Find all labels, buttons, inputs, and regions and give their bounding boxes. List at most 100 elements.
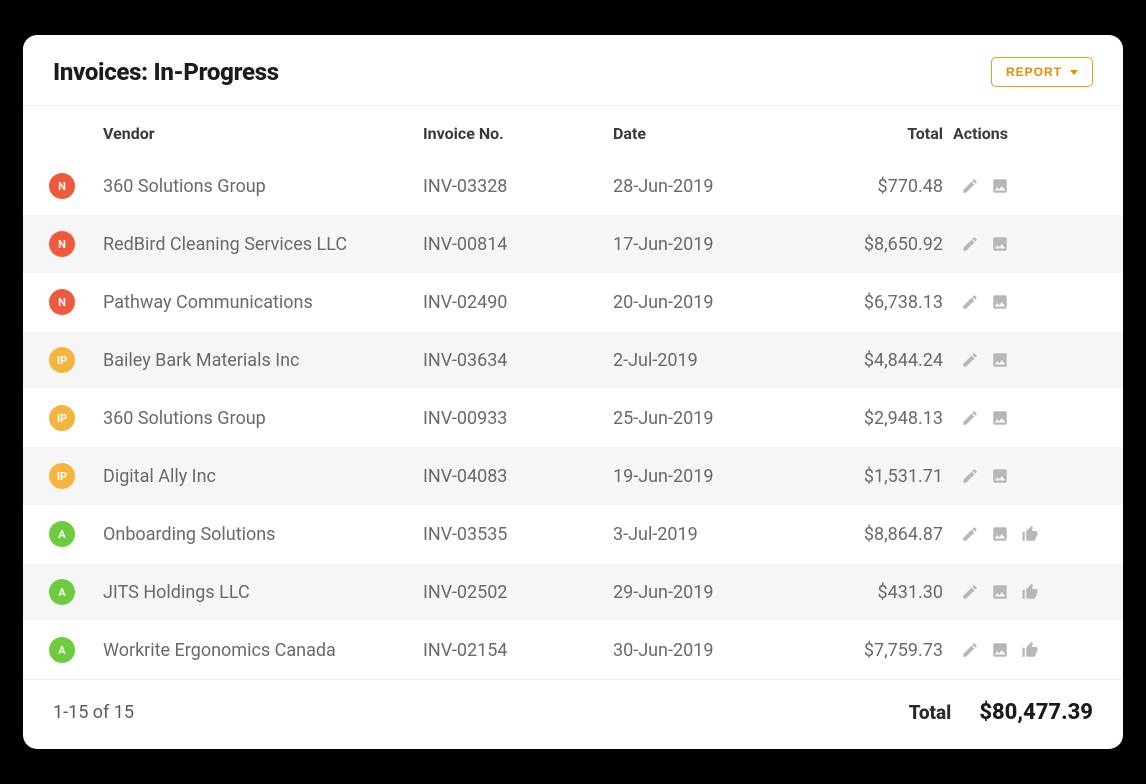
table-row[interactable]: IPDigital Ally IncINV-0408319-Jun-2019$1… (23, 447, 1123, 505)
status-badge: IP (49, 463, 75, 489)
invoice-total: $8,650.92 (793, 234, 953, 255)
table-row[interactable]: A JITS Holdings LLCINV-0250229-Jun-2019$4… (23, 563, 1123, 621)
row-actions (953, 583, 1103, 601)
vendor-name: RedBird Cleaning Services LLC (103, 234, 423, 255)
invoice-date: 2-Jul-2019 (613, 350, 793, 371)
invoice-date: 19-Jun-2019 (613, 466, 793, 487)
status-badge: N (49, 173, 75, 199)
invoices-card: Invoices: In-Progress REPORT Vendor Invo… (23, 35, 1123, 749)
invoice-number: INV-00814 (423, 234, 613, 255)
invoice-total: $1,531.71 (793, 466, 953, 487)
thumbs-up-icon[interactable] (1021, 641, 1039, 659)
row-actions (953, 409, 1103, 427)
row-actions (953, 177, 1103, 195)
edit-icon[interactable] (961, 467, 979, 485)
footer-total-value: $80,477.39 (979, 700, 1093, 725)
row-actions (953, 525, 1103, 543)
vendor-name: Onboarding Solutions (103, 524, 423, 545)
status-badge: IP (49, 405, 75, 431)
vendor-name: 360 Solutions Group (103, 408, 423, 429)
invoice-date: 30-Jun-2019 (613, 640, 793, 661)
invoice-number: INV-02154 (423, 640, 613, 661)
status-badge: A (49, 637, 75, 663)
edit-icon[interactable] (961, 409, 979, 427)
table-row[interactable]: N Pathway CommunicationsINV-0249020-Jun-2… (23, 273, 1123, 331)
col-invoice-no: Invoice No. (423, 124, 613, 143)
row-actions (953, 467, 1103, 485)
vendor-name: Pathway Communications (103, 292, 423, 313)
status-badge: N (49, 289, 75, 315)
col-vendor: Vendor (103, 124, 423, 143)
vendor-name: 360 Solutions Group (103, 176, 423, 197)
table-header: Vendor Invoice No. Date Total Actions (23, 106, 1123, 157)
status-badge: IP (49, 347, 75, 373)
invoice-number: INV-04083 (423, 466, 613, 487)
image-icon[interactable] (991, 409, 1009, 427)
edit-icon[interactable] (961, 525, 979, 543)
invoice-total: $2,948.13 (793, 408, 953, 429)
invoice-total: $4,844.24 (793, 350, 953, 371)
image-icon[interactable] (991, 235, 1009, 253)
report-button-label: REPORT (1006, 65, 1062, 79)
invoice-number: INV-02502 (423, 582, 613, 603)
invoice-total: $8,864.87 (793, 524, 953, 545)
invoice-number: INV-02490 (423, 292, 613, 313)
invoice-number: INV-03328 (423, 176, 613, 197)
edit-icon[interactable] (961, 351, 979, 369)
col-date: Date (613, 124, 793, 143)
pagination-range: 1-15 of 15 (53, 702, 134, 723)
edit-icon[interactable] (961, 293, 979, 311)
row-actions (953, 293, 1103, 311)
invoice-number: INV-03535 (423, 524, 613, 545)
status-badge: A (49, 521, 75, 547)
edit-icon[interactable] (961, 583, 979, 601)
image-icon[interactable] (991, 177, 1009, 195)
invoice-date: 28-Jun-2019 (613, 176, 793, 197)
invoice-date: 25-Jun-2019 (613, 408, 793, 429)
table-row[interactable]: IP Bailey Bark Materials IncINV-036342-Ju… (23, 331, 1123, 389)
image-icon[interactable] (991, 351, 1009, 369)
image-icon[interactable] (991, 583, 1009, 601)
invoice-total: $431.30 (793, 582, 953, 603)
col-actions: Actions (953, 124, 1103, 143)
invoice-date: 17-Jun-2019 (613, 234, 793, 255)
row-actions (953, 641, 1103, 659)
thumbs-up-icon[interactable] (1021, 525, 1039, 543)
col-total: Total (793, 124, 953, 143)
footer-total-label: Total (909, 701, 952, 724)
footer-totals: Total $80,477.39 (909, 700, 1093, 725)
invoice-total: $6,738.13 (793, 292, 953, 313)
invoice-number: INV-03634 (423, 350, 613, 371)
row-actions (953, 351, 1103, 369)
table-body: N360 Solutions GroupINV-0332828-Jun-2019… (23, 157, 1123, 679)
card-footer: 1-15 of 15 Total $80,477.39 (23, 679, 1123, 749)
page-title: Invoices: In-Progress (53, 58, 279, 86)
invoice-date: 20-Jun-2019 (613, 292, 793, 313)
chevron-down-icon (1070, 70, 1078, 75)
vendor-name: Workrite Ergonomics Canada (103, 640, 423, 661)
table-row[interactable]: IP 360 Solutions GroupINV-0093325-Jun-201… (23, 389, 1123, 447)
image-icon[interactable] (991, 525, 1009, 543)
table-row[interactable]: A Workrite Ergonomics CanadaINV-0215430-J… (23, 621, 1123, 679)
image-icon[interactable] (991, 293, 1009, 311)
vendor-name: Bailey Bark Materials Inc (103, 350, 423, 371)
edit-icon[interactable] (961, 641, 979, 659)
invoice-date: 29-Jun-2019 (613, 582, 793, 603)
status-badge: N (49, 231, 75, 257)
invoice-number: INV-00933 (423, 408, 613, 429)
edit-icon[interactable] (961, 177, 979, 195)
edit-icon[interactable] (961, 235, 979, 253)
invoice-total: $770.48 (793, 176, 953, 197)
row-actions (953, 235, 1103, 253)
image-icon[interactable] (991, 467, 1009, 485)
status-badge: A (49, 579, 75, 605)
table-row[interactable]: N RedBird Cleaning Services LLCINV-008141… (23, 215, 1123, 273)
invoice-total: $7,759.73 (793, 640, 953, 661)
card-header: Invoices: In-Progress REPORT (23, 35, 1123, 106)
table-row[interactable]: N 360 Solutions GroupINV-0332828-Jun-2019… (23, 157, 1123, 215)
vendor-name: JITS Holdings LLC (103, 582, 423, 603)
table-row[interactable]: AOnboarding SolutionsINV-035353-Jul-2019… (23, 505, 1123, 563)
image-icon[interactable] (991, 641, 1009, 659)
thumbs-up-icon[interactable] (1021, 583, 1039, 601)
report-button[interactable]: REPORT (991, 57, 1093, 87)
